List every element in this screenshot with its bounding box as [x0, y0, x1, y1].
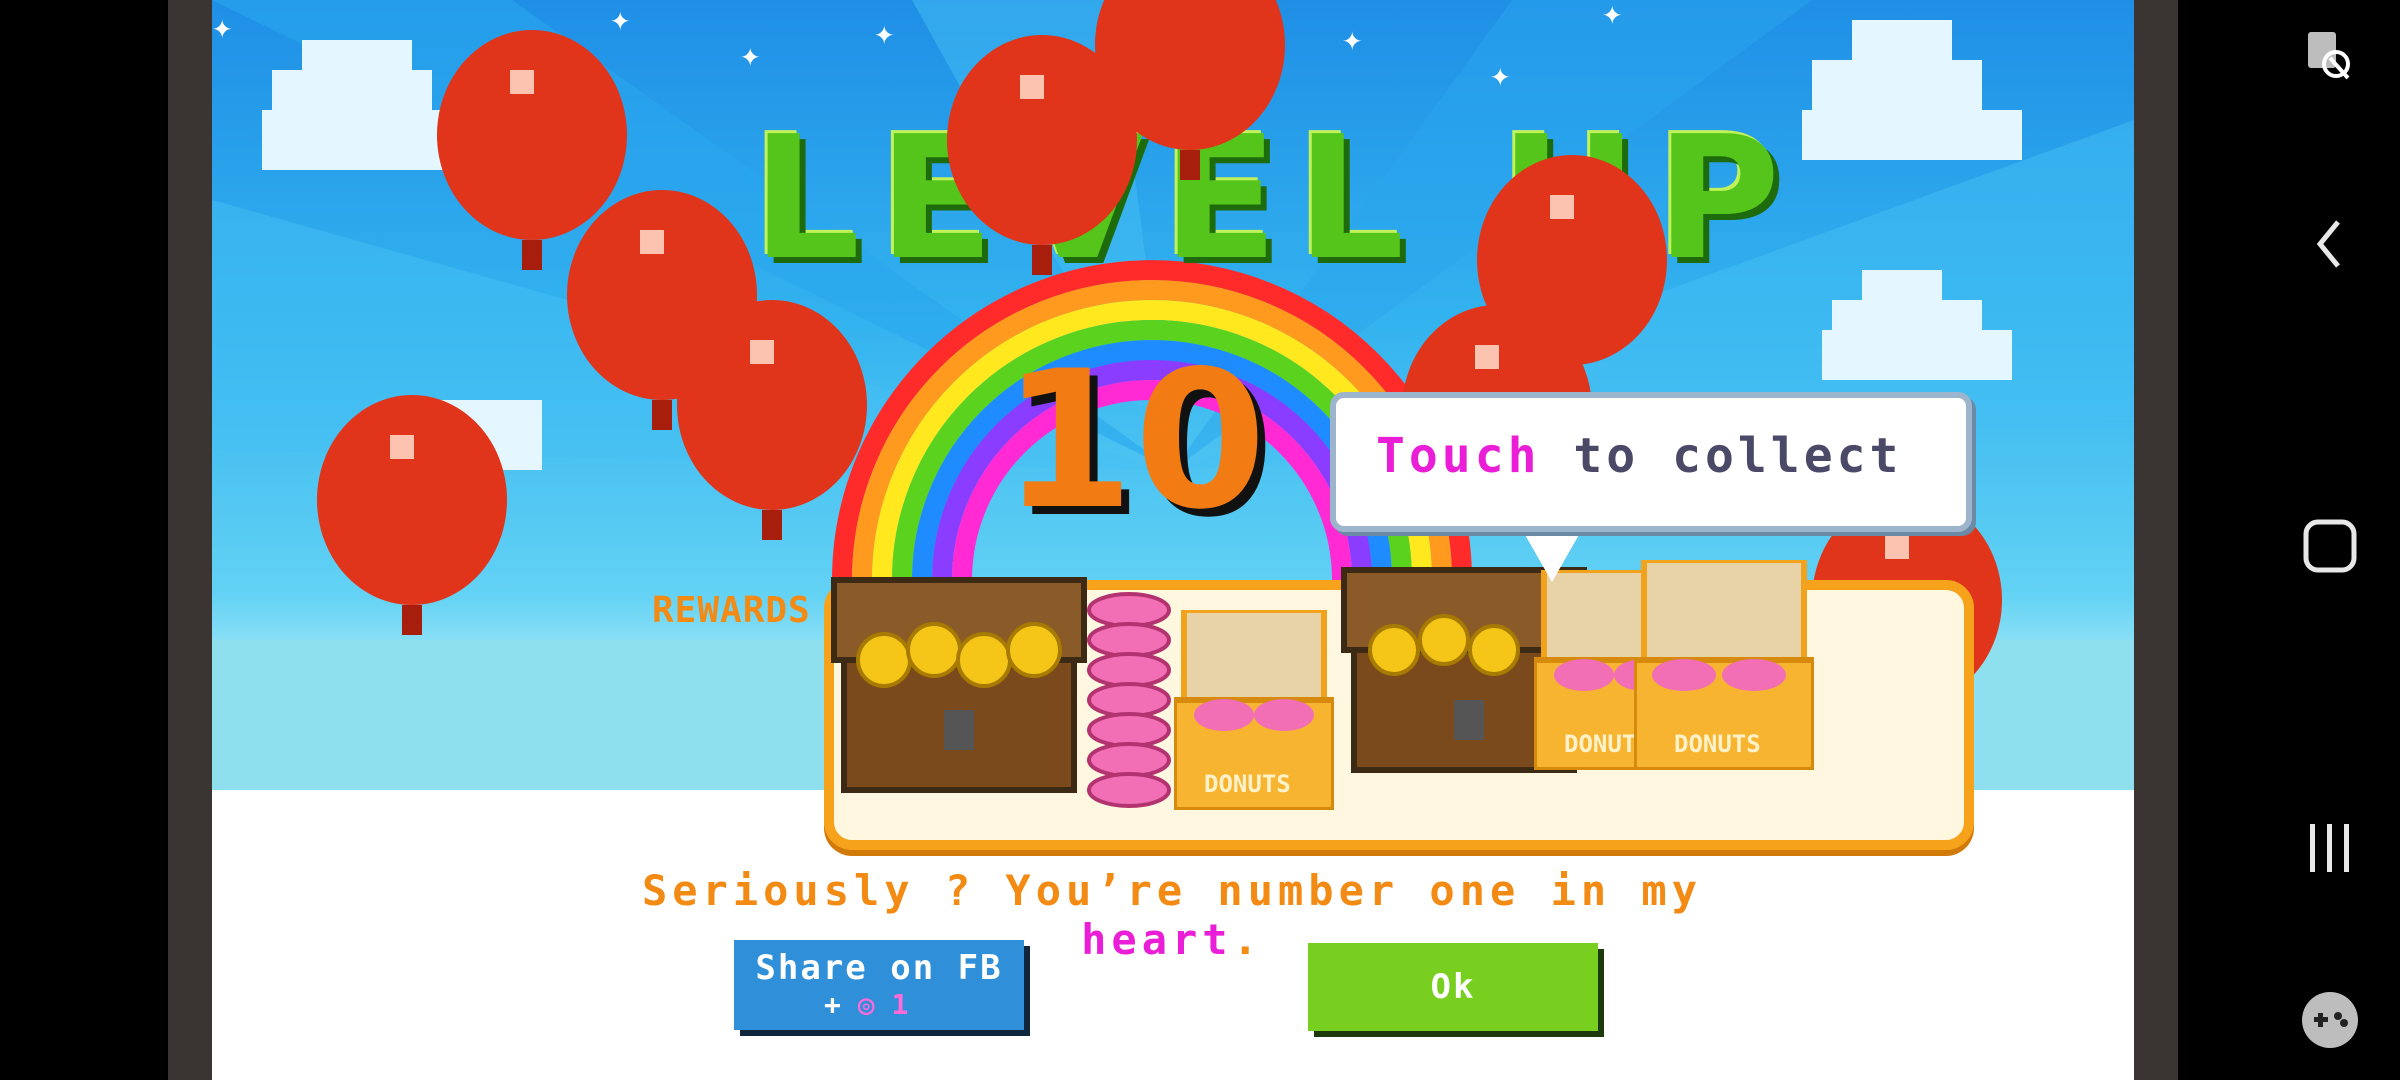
- system-nav-bar: [2178, 0, 2400, 1080]
- coin-chest-icon[interactable]: [824, 570, 1104, 810]
- share-reward-count: 1: [891, 988, 909, 1021]
- level-up-screen[interactable]: ✦ ✦ ✦ ✦ ✦ ✦ ✦ LEVEL UP 10 REWARDS DONUTS…: [212, 0, 2134, 1080]
- touch-to-collect-bubble[interactable]: Touch to collect: [1330, 392, 1972, 532]
- plus-sign: +: [824, 988, 841, 1021]
- game-frame-left: [168, 0, 212, 1080]
- level-number: 10: [1002, 330, 1267, 551]
- touch-to-collect-text: Touch to collect: [1376, 428, 1902, 484]
- donut-box[interactable]: DONUTS: [1171, 607, 1337, 813]
- rewards-label: REWARDS: [652, 590, 811, 631]
- balloon-icon: [1095, 0, 1285, 180]
- touch-highlight: Touch: [1376, 428, 1541, 484]
- game-launcher-icon[interactable]: [2300, 990, 2360, 1050]
- message-end: .: [1232, 915, 1263, 964]
- balloon-icon: [317, 395, 507, 635]
- share-label: Share on FB: [755, 948, 1003, 988]
- screen-lock-icon[interactable]: [2300, 28, 2360, 88]
- donut-box-label: DONUTS: [1204, 770, 1291, 798]
- donut-stack-icon[interactable]: [1074, 580, 1184, 830]
- game-frame-right: [2134, 0, 2178, 1080]
- sparkle-icon: ✦: [1490, 55, 1511, 95]
- donut-box[interactable]: DONUTS: [1631, 557, 1817, 773]
- ok-button[interactable]: Ok: [1308, 943, 1598, 1031]
- sparkle-icon: ✦: [740, 35, 761, 75]
- message-highlight: heart: [1081, 915, 1233, 964]
- recent-apps-icon[interactable]: [2300, 818, 2360, 878]
- back-icon[interactable]: [2300, 214, 2360, 274]
- share-on-fb-button[interactable]: Share on FB + ◎ 1: [734, 940, 1024, 1030]
- message-text: Seriously ? You’re number one in my: [641, 866, 1702, 915]
- donut-icon: ◎: [857, 988, 875, 1021]
- sparkle-icon: ✦: [212, 7, 233, 47]
- sparkle-icon: ✦: [1602, 0, 1623, 33]
- donut-box-label: DONUTS: [1674, 730, 1761, 758]
- balloon-icon: [677, 300, 867, 540]
- sparkle-icon: ✦: [1342, 19, 1363, 59]
- share-reward: + ◎ 1: [824, 988, 908, 1021]
- home-icon[interactable]: [2300, 516, 2360, 576]
- sparkle-icon: ✦: [874, 13, 895, 53]
- ok-label: Ok: [1430, 967, 1476, 1007]
- rewards-panel[interactable]: DONUTS DONUTS DONUTS: [824, 557, 1974, 850]
- collect-text: to collect: [1540, 428, 1903, 484]
